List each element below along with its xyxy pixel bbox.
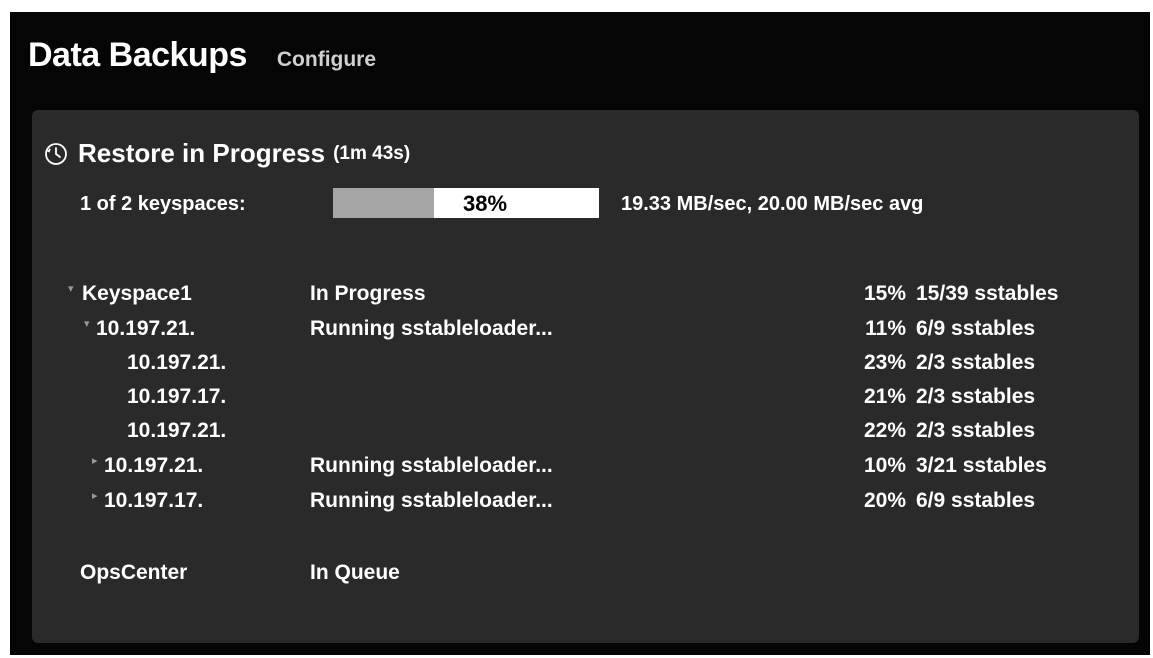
row-name: 10.197.17. xyxy=(104,489,204,512)
collapse-toggle-icon[interactable]: ▾ xyxy=(84,317,90,330)
restore-panel: Restore in Progress (1m 43s) 1 of 2 keys… xyxy=(32,110,1139,643)
transfer-rate: 19.33 MB/sec, 20.00 MB/sec avg xyxy=(621,193,924,215)
row-name: 10.197.21. xyxy=(104,454,204,477)
tree-row[interactable]: ▸ 10.197.21. Running sstableloader... 10% 3/… xyxy=(32,454,1139,486)
row-name: 10.197.17. xyxy=(127,385,227,408)
restore-title: Restore in Progress xyxy=(78,138,326,168)
progress-fill xyxy=(333,188,435,218)
queued-row: OpsCenter In Queue xyxy=(32,561,1139,593)
queued-name: OpsCenter xyxy=(80,561,188,584)
row-sstables: 15/39 sstables xyxy=(916,282,1059,305)
row-sstables: 2/3 sstables xyxy=(916,419,1036,442)
row-name: 10.197.21. xyxy=(96,317,196,340)
tree-row: 10.197.21. 23% 2/3 sstables xyxy=(32,351,1139,383)
row-sstables: 6/9 sstables xyxy=(916,489,1036,512)
page-title: Data Backups xyxy=(28,36,247,74)
row-sstables: 6/9 sstables xyxy=(916,317,1036,340)
tree-row[interactable]: ▾ Keyspace1 In Progress 15% 15/39 sstables xyxy=(32,282,1139,314)
restore-elapsed: (1m 43s) xyxy=(333,142,411,164)
progress-percent: 38% xyxy=(463,191,508,216)
collapse-toggle-icon[interactable]: ▾ xyxy=(68,282,74,295)
backups-frame: Data Backups Configure Restore in Progre… xyxy=(10,12,1150,655)
header: Data Backups Configure xyxy=(28,36,376,75)
row-sstables: 2/3 sstables xyxy=(916,351,1036,374)
restore-heading: Restore in Progress (1m 43s) xyxy=(44,138,410,169)
keyspaces-summary: 1 of 2 keyspaces: xyxy=(80,193,246,215)
tree-row: 10.197.17. 21% 2/3 sstables xyxy=(32,385,1139,417)
row-percent: 23% xyxy=(863,351,906,374)
row-name: Keyspace1 xyxy=(82,282,192,305)
row-status: Running sstableloader... xyxy=(310,317,553,340)
row-percent: 15% xyxy=(863,282,906,305)
row-status: In Progress xyxy=(310,282,426,305)
row-name: 10.197.21. xyxy=(127,419,227,442)
expand-toggle-icon[interactable]: ▸ xyxy=(92,454,98,467)
row-percent: 20% xyxy=(863,489,906,512)
restore-progress-bar: 38% xyxy=(333,188,599,218)
row-percent: 22% xyxy=(863,419,906,442)
row-status: Running sstableloader... xyxy=(310,489,553,512)
row-sstables: 2/3 sstables xyxy=(916,385,1036,408)
tree-row[interactable]: ▸ 10.197.17. Running sstableloader... 20% 6/… xyxy=(32,489,1139,521)
row-status: Running sstableloader... xyxy=(310,454,553,477)
tree-row: 10.197.21. 22% 2/3 sstables xyxy=(32,419,1139,451)
tree-row[interactable]: ▾ 10.197.21. Running sstableloader... 11% 6/… xyxy=(32,317,1139,349)
row-percent: 10% xyxy=(863,454,906,477)
clock-icon xyxy=(45,142,67,165)
row-name: 10.197.21. xyxy=(127,351,227,374)
row-percent: 21% xyxy=(863,385,906,408)
row-percent: 11% xyxy=(865,317,906,340)
configure-link[interactable]: Configure xyxy=(277,48,376,72)
row-sstables: 3/21 sstables xyxy=(916,454,1047,477)
expand-toggle-icon[interactable]: ▸ xyxy=(92,489,98,502)
queued-status: In Queue xyxy=(310,561,400,584)
